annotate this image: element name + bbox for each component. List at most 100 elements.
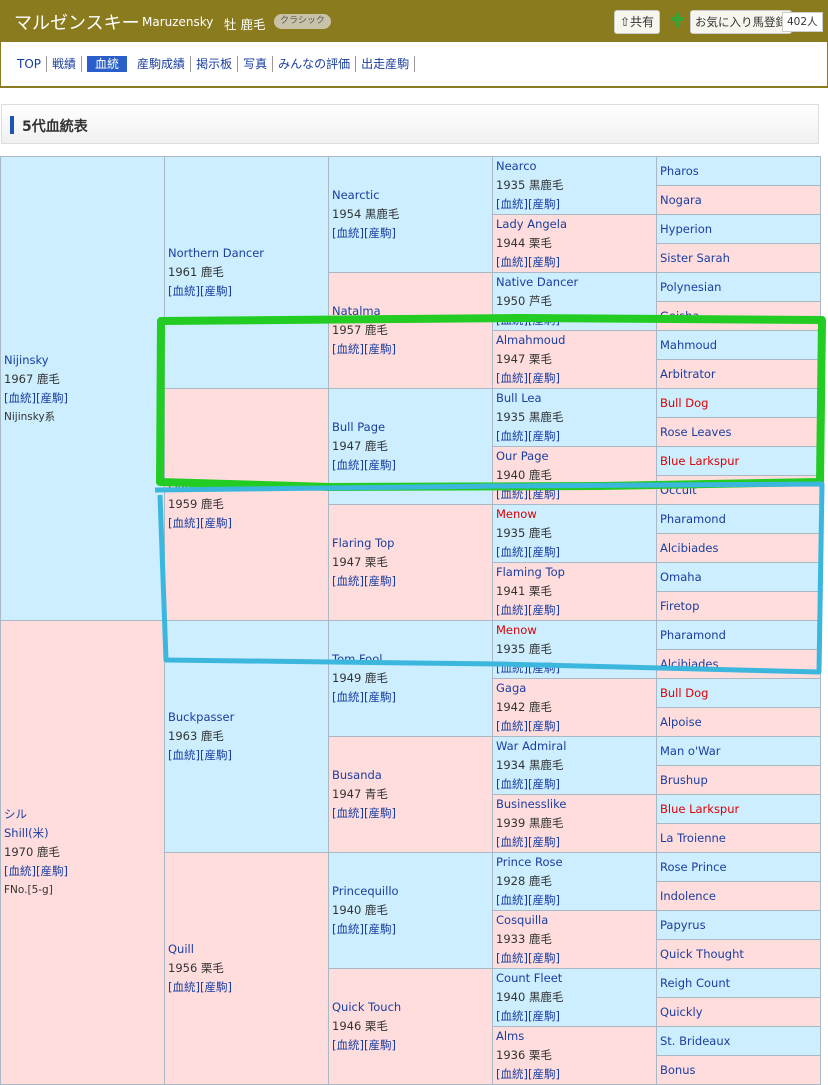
ancestor-name[interactable]: Nearco [496, 159, 537, 173]
ancestor-name[interactable]: Almahmoud [496, 333, 565, 347]
ancestor-name[interactable]: Businesslike [496, 797, 566, 811]
progeny-link[interactable]: 産駒 [532, 1067, 555, 1081]
progeny-link[interactable]: 産駒 [40, 391, 63, 405]
ancestor-name[interactable]: Pharos [660, 164, 699, 178]
ancestor-name[interactable]: Omaha [660, 570, 702, 584]
ancestor-name[interactable]: Flaring Top [332, 536, 394, 550]
progeny-link[interactable]: 産駒 [532, 719, 555, 733]
ancestor-name[interactable]: Nijinsky [4, 353, 49, 367]
ancestor-name[interactable]: Bonus [660, 1063, 696, 1077]
progeny-link[interactable]: 産駒 [532, 603, 555, 617]
pedigree-link[interactable]: 血統 [337, 806, 360, 820]
ancestor-name[interactable]: Blue Larkspur [660, 454, 739, 468]
pedigree-link[interactable]: 血統 [173, 980, 196, 994]
ancestor-name[interactable]: Our Page [496, 449, 549, 463]
ancestor-name[interactable]: Alcibiades [660, 657, 719, 671]
pedigree-link[interactable]: 血統 [501, 487, 524, 501]
ancestor-name[interactable]: Reigh Count [660, 976, 730, 990]
ancestor-name[interactable]: Alcibiades [660, 541, 719, 555]
ancestor-name[interactable]: Indolence [660, 889, 716, 903]
progeny-link[interactable]: 産駒 [532, 197, 555, 211]
pedigree-link[interactable]: 血統 [501, 313, 524, 327]
progeny-link[interactable]: 産駒 [368, 690, 391, 704]
progeny-link[interactable]: 産駒 [204, 748, 227, 762]
pedigree-link[interactable]: 血統 [9, 864, 32, 878]
pedigree-link[interactable]: 血統 [501, 661, 524, 675]
pedigree-link[interactable]: 血統 [173, 284, 196, 298]
progeny-link[interactable]: 産駒 [368, 342, 391, 356]
ancestor-name[interactable]: Geisha [660, 309, 700, 323]
ancestor-name[interactable]: Prince Rose [496, 855, 563, 869]
ancestor-name[interactable]: Shill(米) [4, 826, 49, 840]
progeny-link[interactable]: 産駒 [368, 806, 391, 820]
pedigree-link[interactable]: 血統 [173, 748, 196, 762]
ancestor-name[interactable]: Polynesian [660, 280, 721, 294]
ancestor-name[interactable]: Papyrus [660, 918, 706, 932]
pedigree-link[interactable]: 血統 [337, 1038, 360, 1052]
nav-item[interactable]: みんなの評価 [273, 56, 357, 72]
ancestor-name[interactable]: Pharamond [660, 512, 726, 526]
pedigree-link[interactable]: 血統 [337, 574, 360, 588]
ancestor-name[interactable]: Pharamond [660, 628, 726, 642]
ancestor-name[interactable]: Flaming Page [168, 478, 245, 492]
progeny-link[interactable]: 産駒 [532, 1009, 555, 1023]
ancestor-name[interactable]: Man o'War [660, 744, 721, 758]
progeny-link[interactable]: 産駒 [532, 429, 555, 443]
progeny-link[interactable]: 産駒 [532, 661, 555, 675]
ancestor-name[interactable]: Quick Thought [660, 947, 744, 961]
pedigree-link[interactable]: 血統 [9, 391, 32, 405]
progeny-link[interactable]: 産駒 [532, 835, 555, 849]
ancestor-name[interactable]: Quick Touch [332, 1000, 401, 1014]
nav-item[interactable]: 出走産駒 [356, 56, 416, 72]
progeny-link[interactable]: 産駒 [368, 458, 391, 472]
progeny-link[interactable]: 産駒 [204, 516, 227, 530]
ancestor-name[interactable]: Native Dancer [496, 275, 578, 289]
ancestor-name[interactable]: Northern Dancer [168, 246, 264, 260]
nav-item[interactable]: TOP [15, 56, 48, 72]
ancestor-name[interactable]: Natalma [332, 304, 381, 318]
ancestor-name[interactable]: Rose Leaves [660, 425, 731, 439]
ancestor-name[interactable]: Mahmoud [660, 338, 717, 352]
share-button[interactable]: ⇧共有 [614, 10, 660, 34]
pedigree-link[interactable]: 血統 [501, 777, 524, 791]
progeny-link[interactable]: 産駒 [532, 313, 555, 327]
ancestor-name[interactable]: Rose Prince [660, 860, 727, 874]
ancestor-name[interactable]: Blue Larkspur [660, 802, 739, 816]
pedigree-link[interactable]: 血統 [337, 458, 360, 472]
ancestor-name[interactable]: Tom Fool [332, 652, 382, 666]
ancestor-name[interactable]: Count Fleet [496, 971, 562, 985]
progeny-link[interactable]: 産駒 [532, 951, 555, 965]
favorite-button[interactable]: お気に入り馬登録 [690, 10, 792, 34]
ancestor-name[interactable]: Hyperion [660, 222, 712, 236]
ancestor-name[interactable]: Quickly [660, 1005, 703, 1019]
ancestor-name[interactable]: Sister Sarah [660, 251, 730, 265]
ancestor-name[interactable]: Gaga [496, 681, 526, 695]
ancestor-kana[interactable]: シル [4, 807, 27, 821]
pedigree-link[interactable]: 血統 [337, 226, 360, 240]
pedigree-link[interactable]: 血統 [501, 429, 524, 443]
pedigree-link[interactable]: 血統 [501, 371, 524, 385]
pedigree-link[interactable]: 血統 [173, 516, 196, 530]
ancestor-name[interactable]: Bull Dog [660, 396, 708, 410]
progeny-link[interactable]: 産駒 [532, 893, 555, 907]
ancestor-name[interactable]: Menow [496, 623, 537, 637]
ancestor-name[interactable]: Bull Page [332, 420, 385, 434]
pedigree-link[interactable]: 血統 [337, 690, 360, 704]
progeny-link[interactable]: 産駒 [532, 487, 555, 501]
nav-item[interactable]: 戦績 [47, 56, 83, 72]
ancestor-name[interactable]: Quill [168, 942, 194, 956]
ancestor-name[interactable]: St. Brideaux [660, 1034, 730, 1048]
ancestor-name[interactable]: War Admiral [496, 739, 566, 753]
ancestor-name[interactable]: Lady Angela [496, 217, 567, 231]
ancestor-name[interactable]: Flaming Top [496, 565, 565, 579]
progeny-link[interactable]: 産駒 [368, 226, 391, 240]
ancestor-name[interactable]: Menow [496, 507, 537, 521]
pedigree-link[interactable]: 血統 [501, 603, 524, 617]
ancestor-name[interactable]: Cosquilla [496, 913, 548, 927]
ancestor-name[interactable]: Princequillo [332, 884, 399, 898]
pedigree-link[interactable]: 血統 [501, 719, 524, 733]
nav-item[interactable]: 掲示板 [191, 56, 239, 72]
pedigree-link[interactable]: 血統 [337, 342, 360, 356]
progeny-link[interactable]: 産駒 [532, 371, 555, 385]
pedigree-link[interactable]: 血統 [501, 951, 524, 965]
